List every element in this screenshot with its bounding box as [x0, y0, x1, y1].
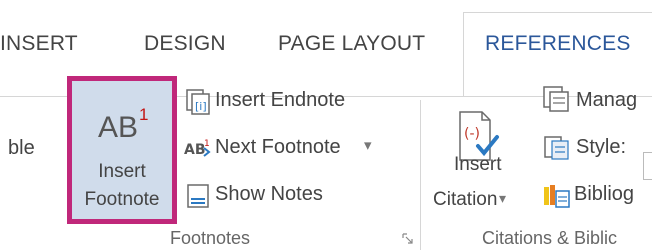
tab-design[interactable]: DESIGN	[144, 32, 226, 56]
manage-sources-button[interactable]: Manag	[576, 89, 637, 112]
next-footnote-button[interactable]: Next Footnote	[215, 136, 341, 159]
insert-footnote-button[interactable]: AB1 Insert Footnote	[67, 76, 177, 224]
next-footnote-icon: AB 1	[184, 136, 214, 165]
style-dropdown[interactable]	[643, 152, 652, 180]
tab-references[interactable]: REFERENCES	[485, 32, 631, 56]
insert-citation-dropdown[interactable]: ▾	[499, 190, 506, 207]
footnote-icon-text: AB	[98, 111, 139, 144]
show-notes-icon	[186, 183, 212, 214]
footnote-icon-superscript: 1	[139, 105, 149, 124]
tab-insert[interactable]: INSERT	[0, 32, 78, 56]
footnotes-group-label: Footnotes	[170, 228, 251, 248]
next-footnote-dropdown[interactable]: ▾	[364, 136, 372, 154]
show-notes-button[interactable]: Show Notes	[215, 183, 323, 206]
svg-text:(-): (-)	[464, 126, 480, 142]
insert-endnote-button[interactable]: Insert Endnote	[215, 89, 345, 112]
insert-citation-label-line1[interactable]: Insert	[454, 154, 502, 176]
citations-group-label: Citations & Biblic	[482, 228, 618, 248]
svg-text:AB: AB	[184, 142, 206, 158]
bibliography-icon	[543, 183, 571, 214]
insert-footnote-label-line2: Footnote	[84, 189, 160, 210]
tab-page-layout[interactable]: PAGE LAYOUT	[278, 32, 425, 56]
manage-sources-icon	[542, 85, 572, 118]
insert-footnote-icon: AB1	[98, 105, 149, 145]
group-separator	[420, 100, 421, 250]
svg-text:[i]: [i]	[195, 100, 207, 113]
insert-footnote-label-line1: Insert	[98, 161, 146, 182]
insert-endnote-icon: [i]	[184, 89, 214, 120]
style-icon	[543, 135, 571, 166]
footnotes-dialog-launcher-icon[interactable]	[402, 232, 414, 244]
style-label: Style:	[576, 136, 627, 158]
previous-group-cut-label[interactable]: ble	[8, 137, 35, 160]
insert-citation-label-line2[interactable]: Citation	[433, 189, 497, 211]
bibliography-button[interactable]: Bibliog	[574, 183, 634, 206]
